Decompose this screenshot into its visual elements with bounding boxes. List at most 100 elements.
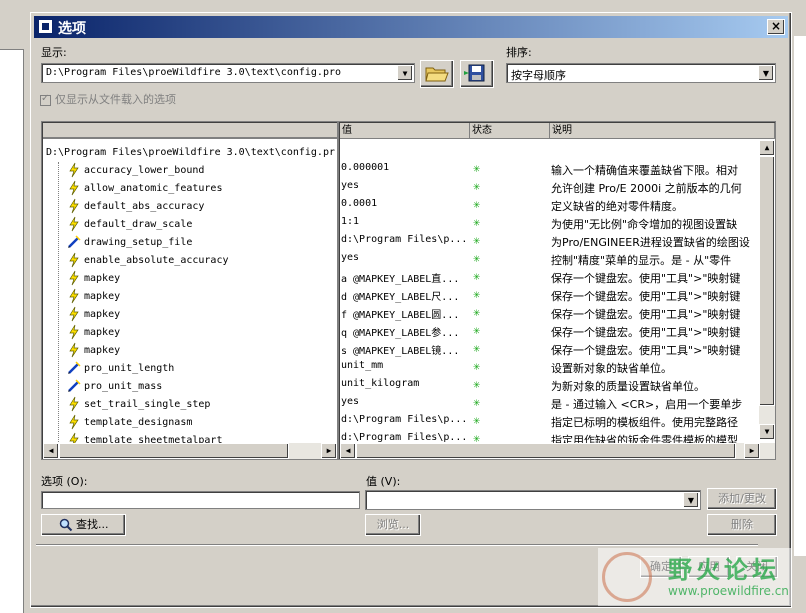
tree-header — [43, 123, 337, 139]
tree-item[interactable]: template_designasm — [66, 414, 192, 432]
tree-item[interactable]: allow_anatomic_features — [66, 180, 222, 198]
cell-value[interactable]: 0.000001 — [341, 162, 467, 173]
scroll-right-icon[interactable]: ▶ — [744, 443, 760, 459]
lightning-icon — [66, 180, 82, 196]
open-file-button[interactable] — [420, 60, 454, 88]
option-input[interactable] — [41, 491, 360, 509]
tree-item-label: pro_unit_length — [84, 363, 175, 374]
cell-description[interactable]: 保存一个键盘宏。使用"工具">"映射键 — [551, 270, 758, 286]
tree-item-label: default_draw_scale — [84, 219, 193, 230]
scroll-left-icon[interactable]: ◀ — [340, 443, 356, 459]
tree-item[interactable]: accuracy_lower_bound — [66, 162, 204, 180]
chevron-down-icon[interactable]: ▼ — [683, 492, 699, 508]
cell-value[interactable]: yes — [341, 252, 467, 263]
cell-value[interactable]: f @MAPKEY_LABEL圆... — [341, 306, 467, 321]
options-grid[interactable]: 值 状态 说明 0.000001 ✳ 输入一个精确值来覆盖缺省下限。相对 yes ✳ 允许… — [338, 121, 776, 460]
magnifier-icon — [59, 518, 72, 532]
background-window-left — [0, 0, 24, 613]
lightning-icon — [66, 288, 82, 304]
cell-value[interactable]: s @MAPKEY_LABEL镜... — [341, 342, 467, 357]
tree-root[interactable]: D:\Program Files\proeWildfire 3.0\text\c… — [46, 147, 335, 158]
status-star-icon: ✳ — [473, 305, 481, 319]
checkbox-icon[interactable] — [40, 93, 51, 106]
cell-description[interactable]: 控制"精度"菜单的显示。是 - 从"零件 — [551, 252, 758, 268]
lightning-icon — [66, 342, 82, 358]
grid-vertical-scrollbar[interactable]: ▲ ▼ — [759, 140, 775, 440]
cell-value[interactable]: yes — [341, 396, 467, 407]
delete-button[interactable]: 删除 — [707, 514, 777, 536]
tree-item[interactable]: pro_unit_mass — [66, 378, 162, 396]
scroll-right-icon[interactable]: ▶ — [321, 443, 337, 459]
find-button[interactable]: 查找... — [41, 514, 126, 536]
browse-button[interactable]: 浏览... — [365, 514, 421, 536]
tree-item[interactable]: mapkey — [66, 342, 120, 360]
chevron-down-icon[interactable]: ▼ — [397, 65, 413, 81]
close-icon[interactable]: × — [767, 19, 785, 35]
display-file-combo[interactable]: D:\Program Files\proeWildfire 3.0\text\c… — [41, 63, 415, 83]
value-label: 值 (V): — [366, 475, 401, 488]
scroll-thumb[interactable] — [759, 156, 775, 406]
grid-horizontal-scrollbar[interactable]: ◀ ▶ — [340, 443, 775, 459]
cell-value[interactable]: unit_mm — [341, 360, 467, 371]
scroll-left-icon[interactable]: ◀ — [43, 443, 59, 459]
sort-combo[interactable]: 按字母顺序 ▼ — [506, 63, 776, 83]
cell-description[interactable]: 允许创建 Pro/E 2000i 之前版本的几何 — [551, 180, 758, 196]
save-file-button[interactable] — [460, 60, 494, 88]
dialog-icon — [38, 19, 53, 34]
status-star-icon: ✳ — [473, 161, 481, 175]
cell-value[interactable]: d @MAPKEY_LABEL尺... — [341, 288, 467, 303]
chevron-down-icon[interactable]: ▼ — [758, 65, 774, 81]
lightning-icon — [66, 216, 82, 232]
cell-description[interactable]: 保存一个键盘宏。使用"工具">"映射键 — [551, 288, 758, 304]
scroll-thumb[interactable] — [356, 443, 736, 459]
column-header-value[interactable]: 值 — [340, 123, 470, 139]
cell-description[interactable]: 指定已标明的模板组件。使用完整路径 — [551, 414, 758, 430]
cell-value[interactable]: yes — [341, 180, 467, 191]
cell-value[interactable]: 1:1 — [341, 216, 467, 227]
cell-value[interactable]: d:\Program Files\p... — [341, 234, 467, 245]
column-header-status[interactable]: 状态 — [470, 123, 550, 139]
tree-item[interactable]: mapkey — [66, 270, 120, 288]
value-combo[interactable]: ▼ — [365, 490, 701, 510]
cell-value[interactable]: 0.0001 — [341, 198, 467, 209]
title-bar[interactable]: 选项 × — [34, 16, 788, 38]
scroll-thumb[interactable] — [59, 443, 289, 459]
cell-value[interactable]: a @MAPKEY_LABEL直... — [341, 270, 467, 285]
cell-description[interactable]: 为新对象的质量设置缺省单位。 — [551, 378, 758, 394]
tree-item[interactable]: default_draw_scale — [66, 216, 192, 234]
tree-horizontal-scrollbar[interactable]: ◀ ▶ — [43, 443, 337, 459]
cell-description[interactable]: 保存一个键盘宏。使用"工具">"映射键 — [551, 342, 758, 358]
cell-description[interactable]: 为使用"无比例"命令增加的视图设置缺 — [551, 216, 758, 232]
column-header-description[interactable]: 说明 — [550, 123, 775, 139]
lightning-icon — [66, 414, 82, 430]
cell-value[interactable]: d:\Program Files\p... — [341, 414, 467, 425]
tree-item[interactable]: set_trail_single_step — [66, 396, 210, 414]
only-loaded-checkbox[interactable]: 仅显示从文件载入的选项 — [40, 91, 176, 107]
options-tree[interactable]: D:\Program Files\proeWildfire 3.0\text\c… — [41, 121, 338, 460]
tree-item[interactable]: default_abs_accuracy — [66, 198, 204, 216]
tree-item[interactable]: mapkey — [66, 288, 120, 306]
folder-open-icon — [425, 67, 449, 82]
cell-description[interactable]: 是 - 通过输入 <CR>，启用一个要单步 — [551, 396, 758, 412]
cell-description[interactable]: 为Pro/ENGINEER进程设置缺省的绘图设 — [551, 234, 758, 250]
tree-item[interactable]: enable_absolute_accuracy — [66, 252, 229, 270]
tree-item[interactable]: mapkey — [66, 324, 120, 342]
cell-description[interactable]: 保存一个键盘宏。使用"工具">"映射键 — [551, 306, 758, 322]
cell-value[interactable]: d:\Program Files\p... — [341, 432, 467, 443]
tree-item[interactable]: mapkey — [66, 306, 120, 324]
lightning-icon — [66, 270, 82, 286]
add-change-button[interactable]: 添加/更改 — [707, 488, 777, 510]
tree-item[interactable]: pro_unit_length — [66, 360, 174, 378]
scroll-up-icon[interactable]: ▲ — [759, 140, 775, 156]
tree-item[interactable]: drawing_setup_file — [66, 234, 192, 252]
scroll-down-icon[interactable]: ▼ — [759, 424, 775, 440]
cell-description[interactable]: 输入一个精确值来覆盖缺省下限。相对 — [551, 162, 758, 178]
only-loaded-label: 仅显示从文件载入的选项 — [55, 93, 176, 106]
cell-value[interactable]: q @MAPKEY_LABEL参... — [341, 324, 467, 339]
pencil-icon — [66, 378, 82, 394]
cell-description[interactable]: 设置新对象的缺省单位。 — [551, 360, 758, 376]
cell-description[interactable]: 定义缺省的绝对零件精度。 — [551, 198, 758, 214]
watermark-title: 野火论坛 — [668, 556, 780, 584]
cell-value[interactable]: unit_kilogram — [341, 378, 467, 389]
cell-description[interactable]: 保存一个键盘宏。使用"工具">"映射键 — [551, 324, 758, 340]
